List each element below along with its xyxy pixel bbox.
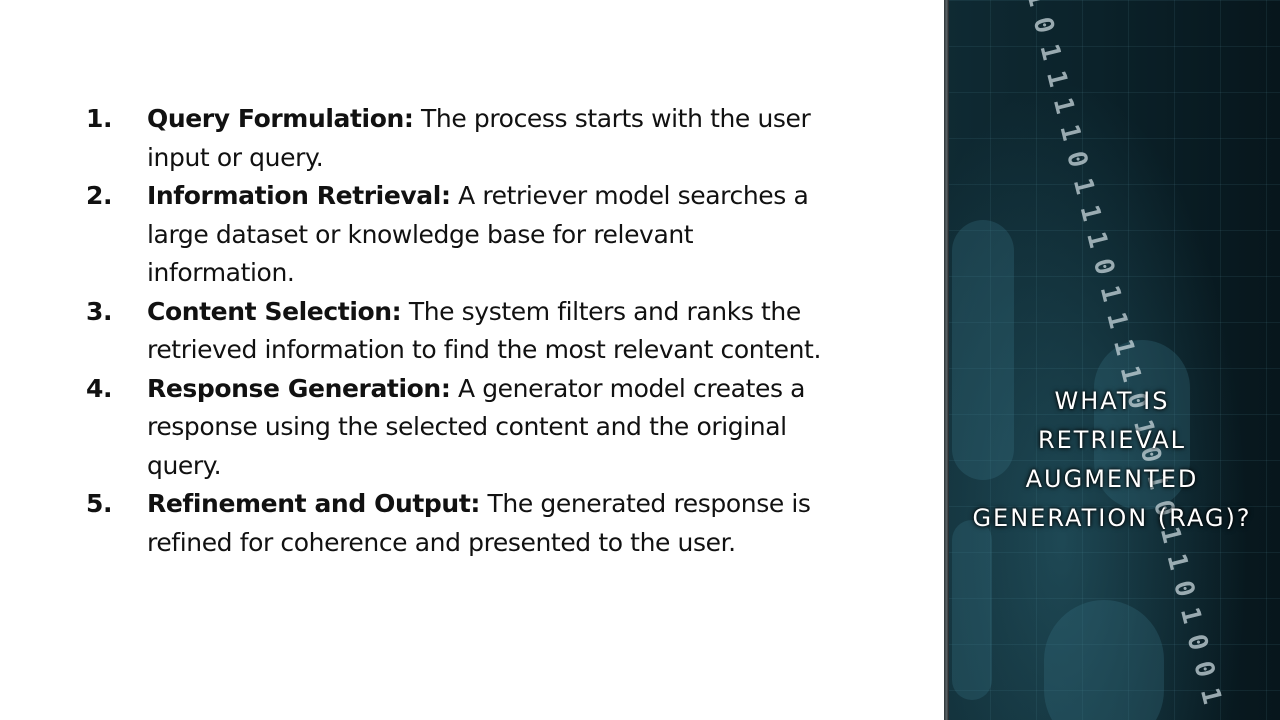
slide-title: WHAT IS RETRIEVAL AUGMENTED GENERATION (… (944, 382, 1280, 538)
step-number: 4. (86, 373, 113, 403)
decorative-shape (952, 520, 992, 700)
step-number: 5. (86, 489, 113, 518)
panel-border (944, 0, 949, 720)
step-term: Query Formulation: (147, 104, 414, 133)
step-term: Response Generation: (147, 373, 451, 403)
step-item: 3. Content Selection: The system filters … (86, 293, 846, 370)
step-term: Content Selection: (147, 296, 402, 326)
step-number: 1. (86, 104, 113, 133)
sidebar-panel: 101111011101111010101101001 WHAT IS RETR… (944, 0, 1280, 720)
decorative-shape (1044, 600, 1164, 720)
step-item: 5. Refinement and Output: The generated r… (86, 485, 846, 562)
title-line: AUGMENTED (1025, 465, 1199, 493)
title-line: RETRIEVAL (1037, 426, 1187, 454)
step-item: 1. Query Formulation: The process starts … (86, 100, 846, 177)
steps-content: 1. Query Formulation: The process starts … (86, 100, 846, 562)
title-line: WHAT IS (1054, 387, 1170, 415)
step-item: 4. Response Generation: A generator model… (86, 370, 846, 486)
steps-list: 1. Query Formulation: The process starts … (86, 100, 846, 562)
step-term: Information Retrieval: (147, 181, 451, 210)
step-item: 2. Information Retrieval: A retriever mod… (86, 177, 846, 293)
step-number: 2. (86, 181, 113, 210)
slide: 1. Query Formulation: The process starts … (0, 0, 1280, 720)
step-term: Refinement and Output: (147, 489, 480, 518)
step-number: 3. (86, 296, 113, 326)
title-line: GENERATION (RAG)? (972, 504, 1252, 532)
